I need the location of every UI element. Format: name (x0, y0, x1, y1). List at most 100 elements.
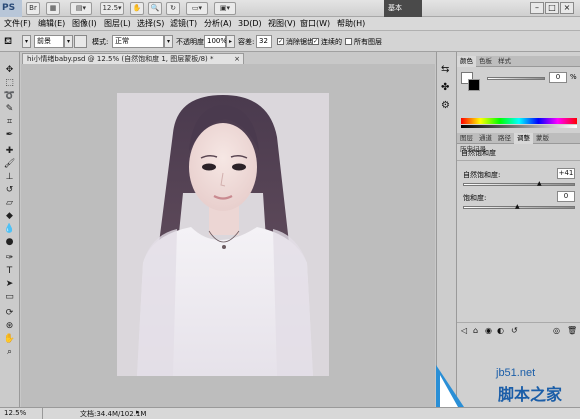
color-bg-swatch[interactable] (468, 79, 480, 91)
fill-source-select[interactable]: 前景 (34, 35, 64, 48)
reset-icon[interactable]: ↺ (511, 326, 518, 335)
3d-orbit-tool-icon[interactable]: ⊛ (3, 321, 16, 332)
quick-selection-tool-icon[interactable]: ✎ (3, 104, 16, 115)
mode-select[interactable]: 正常 (112, 35, 164, 48)
menu-window[interactable]: 窗口(W) (300, 17, 330, 31)
color-spectrum[interactable] (461, 118, 577, 124)
vibrance-label: 自然饱和度: (463, 171, 501, 179)
options-bar: ⛾ ▾ 前景 ▾ 模式: 正常 ▾ 不透明度: 100% ▸ 容差: 32 ✓ … (0, 31, 580, 52)
status-zoom[interactable]: 12.5% (4, 409, 26, 417)
tab-layers[interactable]: 图层 (457, 133, 476, 144)
color-slider[interactable] (487, 77, 545, 80)
rotate-view-button[interactable]: ↻ (166, 2, 180, 15)
previous-state-icon[interactable]: ◐ (497, 326, 504, 335)
menu-help[interactable]: 帮助(H) (337, 17, 365, 31)
marquee-tool-icon[interactable]: ⬚ (3, 78, 16, 89)
brush-tool-icon[interactable]: 🖌 (3, 159, 16, 170)
actions-panel-icon[interactable]: ✤ (441, 82, 449, 93)
workspace-switcher[interactable]: 基本 (384, 0, 422, 17)
3d-rotate-tool-icon[interactable]: ⟳ (3, 308, 16, 319)
type-tool-icon[interactable]: T (3, 266, 16, 277)
menu-filter[interactable]: 滤镜(T) (170, 17, 197, 31)
menu-image[interactable]: 图像(I) (72, 17, 97, 31)
menu-edit[interactable]: 编辑(E) (38, 17, 65, 31)
history-panel-icon[interactable]: ⇆ (441, 64, 449, 75)
status-arrow-icon[interactable]: ▸ (136, 408, 140, 416)
fill-source-dropdown[interactable]: ▾ (64, 35, 73, 48)
menu-analysis[interactable]: 分析(A) (204, 17, 232, 31)
grayscale-ramp[interactable] (461, 125, 577, 128)
new-adjustment-icon[interactable]: ◎ (553, 326, 560, 335)
color-value-input[interactable]: 0 (549, 72, 567, 83)
blur-tool-icon[interactable]: 💧 (3, 224, 16, 235)
menu-3d[interactable]: 3D(D) (238, 17, 262, 31)
tab-styles[interactable]: 样式 (495, 56, 514, 67)
watermark-url: jb51.net (496, 367, 536, 379)
vibrance-input[interactable]: +41 (557, 168, 575, 179)
tab-masks[interactable]: 蒙版 (533, 133, 552, 144)
trash-icon[interactable]: 🗑 (567, 326, 577, 335)
eyedropper-tool-icon[interactable]: ✒ (3, 130, 16, 141)
pen-tool-icon[interactable]: ✑ (3, 253, 16, 264)
paint-bucket-icon[interactable]: ◆ (3, 211, 16, 222)
crop-tool-icon[interactable]: ⌗ (3, 117, 16, 128)
saturation-input[interactable]: 0 (557, 191, 575, 202)
opacity-input[interactable]: 100% (204, 35, 227, 48)
zoom-tool-icon[interactable]: ⌕ (3, 347, 16, 358)
tolerance-input[interactable]: 32 (256, 35, 272, 48)
tab-adjustments[interactable]: 调整 (514, 133, 533, 144)
watermark-name: 脚本之家 (498, 385, 563, 404)
arrange-documents-button[interactable]: ▭▾ (186, 2, 208, 15)
vibrance-slider-handle[interactable]: ▲ (537, 180, 542, 187)
panel-footer-divider (457, 322, 580, 323)
clip-icon[interactable]: ⌂ (473, 326, 478, 335)
opacity-dropdown[interactable]: ▸ (226, 35, 235, 48)
zoom-level-select[interactable]: 12.5▾ (100, 2, 124, 15)
portrait-photo[interactable] (117, 93, 329, 376)
screen-mode-button[interactable]: ▣▾ (214, 2, 236, 15)
pattern-swatch[interactable] (74, 35, 87, 48)
return-icon[interactable]: ◁ (461, 326, 467, 335)
all-layers-checkbox[interactable] (345, 38, 352, 45)
minimize-button[interactable]: – (530, 2, 544, 14)
tab-color[interactable]: 颜色 (457, 56, 476, 67)
minibridge-button[interactable]: ▦ (46, 2, 60, 15)
healing-brush-tool-icon[interactable]: ✚ (3, 146, 16, 157)
document-tab[interactable]: hi小情绪baby.psd @ 12.5% (自然饱和度 1, 图层蒙板/8) … (22, 53, 244, 64)
contiguous-checkbox[interactable]: ✓ (312, 38, 319, 45)
hand-tool-button[interactable]: ✋ (130, 2, 144, 15)
shape-tool-icon[interactable]: ▭ (3, 292, 16, 303)
tab-paths[interactable]: 路径 (495, 133, 514, 144)
saturation-slider-handle[interactable]: ▲ (515, 203, 520, 210)
history-brush-tool-icon[interactable]: ↺ (3, 185, 16, 196)
zoom-tool-button[interactable]: 🔍 (148, 2, 162, 15)
clone-stamp-tool-icon[interactable]: ⊥ (3, 172, 16, 183)
menu-file[interactable]: 文件(F) (4, 17, 31, 31)
lasso-tool-icon[interactable]: ➰ (3, 91, 16, 102)
color-unit: % (570, 73, 577, 81)
view-extras-button[interactable]: ▤▾ (70, 2, 92, 15)
tab-swatches[interactable]: 色板 (476, 56, 495, 67)
hand-tool-icon[interactable]: ✋ (3, 334, 16, 345)
menu-view[interactable]: 视图(V) (268, 17, 296, 31)
character-panel-icon[interactable]: ⚙ (441, 100, 450, 111)
visibility-icon[interactable]: ◉ (485, 326, 492, 335)
tool-preset-dropdown[interactable]: ▾ (22, 35, 31, 48)
bridge-button[interactable]: Br (26, 2, 40, 15)
document-close-button[interactable]: × (234, 54, 240, 64)
eraser-tool-icon[interactable]: ▱ (3, 198, 16, 209)
paint-bucket-tool-icon[interactable]: ⛾ (4, 34, 20, 49)
application-bar: PS Br ▦ ▤▾ 12.5▾ ✋ 🔍 ↻ ▭▾ ▣▾ 基本 – □ × (0, 0, 580, 17)
maximize-button[interactable]: □ (545, 2, 559, 14)
dodge-tool-icon[interactable]: ● (3, 237, 16, 248)
close-button[interactable]: × (560, 2, 574, 14)
menu-layer[interactable]: 图层(L) (104, 17, 131, 31)
mode-dropdown[interactable]: ▾ (164, 35, 173, 48)
menu-select[interactable]: 选择(S) (137, 17, 164, 31)
move-tool-icon[interactable]: ✥ (3, 65, 16, 76)
tab-channels[interactable]: 通道 (476, 133, 495, 144)
antialias-checkbox[interactable]: ✓ (277, 38, 284, 45)
vibrance-slider[interactable] (463, 183, 575, 186)
path-selection-tool-icon[interactable]: ➤ (3, 279, 16, 290)
adjustment-title: 自然饱和度 (461, 149, 496, 157)
